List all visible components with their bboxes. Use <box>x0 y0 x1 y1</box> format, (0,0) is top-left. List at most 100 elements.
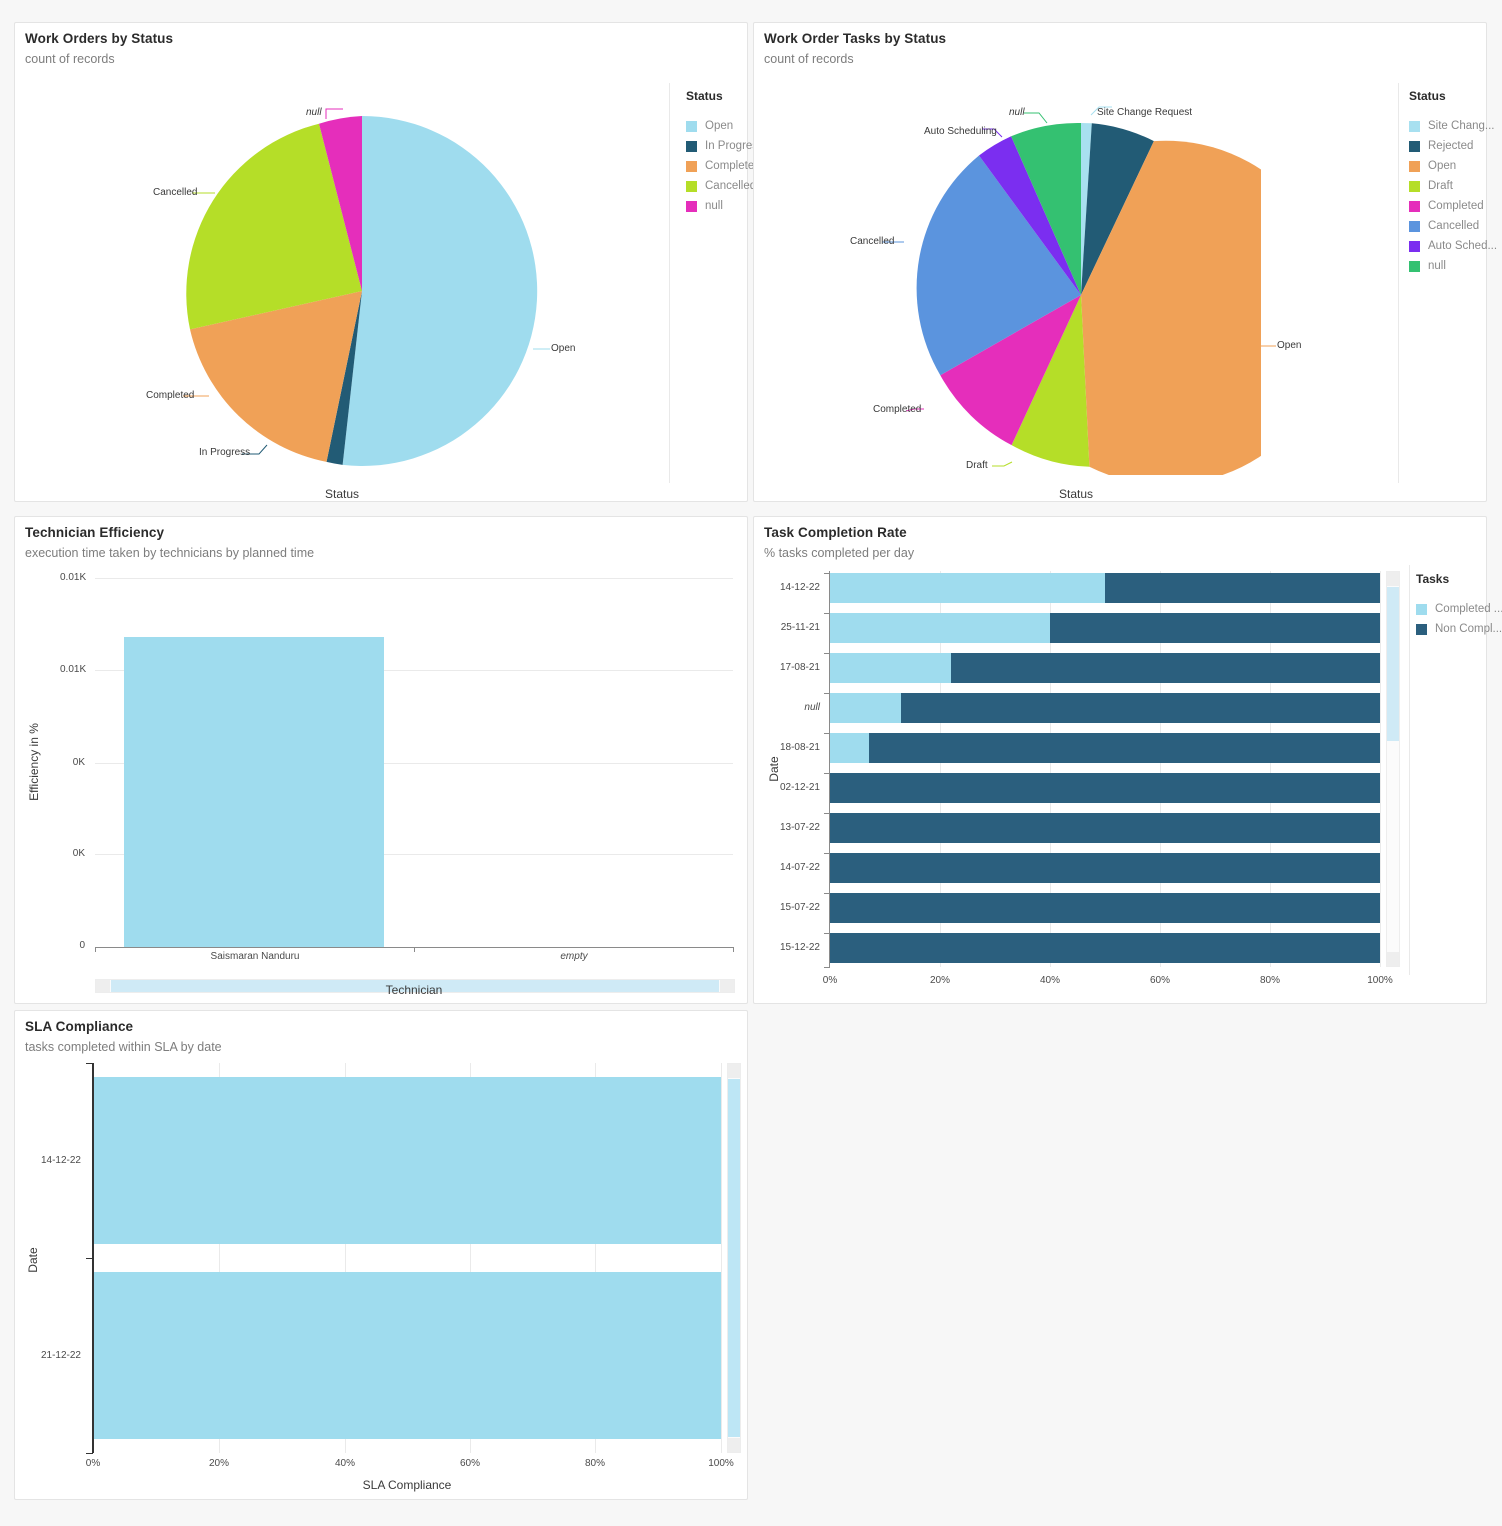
legend-work-order-tasks: Status Site Chang... Rejected Open Draft… <box>1409 89 1497 276</box>
legend-item-label: Open <box>705 120 734 132</box>
x-tick-label: 40% <box>334 1458 355 1469</box>
legend-item-label: Cancelled <box>1428 220 1480 232</box>
bar-segment-non-completed[interactable] <box>1105 573 1380 603</box>
panel-work-orders-by-status: Work Orders by Status count of records n… <box>14 22 764 502</box>
legend-item-completed[interactable]: Completed ... <box>1416 599 1502 619</box>
legend-item-auto-scheduling[interactable]: Auto Sched... <box>1409 236 1497 256</box>
panel-subtitle: % tasks completed per day <box>764 546 915 560</box>
x-tick-label: 80% <box>584 1458 605 1469</box>
legend-item-label: Rejected <box>1428 140 1474 152</box>
y-tick-label: 25-11-21 <box>780 622 820 633</box>
scrollbar-up-button[interactable] <box>1387 572 1399 586</box>
legend-swatch-icon <box>1409 160 1420 172</box>
panel-title: Technician Efficiency <box>25 525 165 540</box>
gridline <box>95 578 733 579</box>
bar-segment-non-completed[interactable] <box>869 733 1380 763</box>
scrollbar-down-button[interactable] <box>1387 952 1399 966</box>
legend-item-non-completed[interactable]: Non Compl... <box>1416 619 1502 639</box>
x-tick-label-technician: Saismaran Nanduru <box>210 951 300 962</box>
pie-slice-label-open: Open <box>1277 340 1302 351</box>
legend-item-label: null <box>1428 260 1446 272</box>
bar-segment-non-completed[interactable] <box>830 773 1380 803</box>
legend-divider <box>1409 565 1410 975</box>
legend-swatch-icon <box>1416 603 1427 615</box>
legend-swatch-icon <box>1409 240 1420 252</box>
bar-sla-21-12-22[interactable] <box>94 1272 721 1439</box>
y-tick-label: 21-12-22 <box>40 1350 81 1361</box>
y-axis-tick <box>824 967 830 968</box>
bar-segment-completed[interactable] <box>830 733 869 763</box>
bar-segment-non-completed[interactable] <box>830 933 1380 963</box>
y-axis-tick <box>86 1258 93 1259</box>
panel-title: Task Completion Rate <box>764 525 907 540</box>
x-tick-label: 60% <box>459 1458 480 1469</box>
bar-segment-non-completed[interactable] <box>901 693 1380 723</box>
legend-item-label: Completed <box>1428 200 1484 212</box>
bar-saismaran-nanduru[interactable] <box>124 637 384 947</box>
bar-segment-non-completed[interactable] <box>830 853 1380 883</box>
panel-technician-efficiency: Technician Efficiency execution time tak… <box>14 516 748 1004</box>
legend-swatch-icon <box>1409 200 1420 212</box>
legend-swatch-icon <box>686 180 697 192</box>
y-axis-title: Date <box>767 756 781 782</box>
bar-segment-completed[interactable] <box>830 693 901 723</box>
y-axis-tick <box>86 1453 93 1454</box>
y-tick-label: 0K <box>72 757 85 768</box>
legend-item-cancelled[interactable]: Cancelled <box>1409 216 1497 236</box>
bar-segment-non-completed[interactable] <box>830 813 1380 843</box>
x-axis-tick <box>733 947 734 952</box>
pie-slice-label-in-progress: In Progress <box>199 447 251 458</box>
bar-segment-non-completed[interactable] <box>1050 613 1380 643</box>
y-axis-tick <box>86 1063 93 1064</box>
y-tick-label: 0.01K <box>60 572 87 583</box>
vertical-scrollbar-thumb[interactable] <box>728 1079 740 1437</box>
legend-item-completed[interactable]: Completed <box>1409 196 1497 216</box>
legend-item-site-change-request[interactable]: Site Chang... <box>1409 116 1497 136</box>
legend-item-open[interactable]: Open <box>1409 156 1497 176</box>
y-tick-label: 0 <box>79 940 85 951</box>
bar-segment-completed[interactable] <box>830 573 1105 603</box>
panel-work-order-tasks-by-status: Work Order Tasks by Status count of reco… <box>753 22 1497 502</box>
pie-slice-label-site-change-request: Site Change Request <box>1097 107 1193 118</box>
y-tick-label: null <box>804 702 820 713</box>
bar-segment-non-completed[interactable] <box>951 653 1380 683</box>
x-tick-label: 80% <box>1259 975 1280 986</box>
x-axis-title: Status <box>1058 487 1094 501</box>
x-tick-label: 20% <box>208 1458 229 1469</box>
scrollbar-up-button[interactable] <box>728 1064 740 1078</box>
x-axis-title: Status <box>324 487 360 501</box>
x-axis-tick <box>95 947 96 952</box>
x-tick-label: 0% <box>822 975 838 986</box>
panel-sla-compliance: SLA Compliance tasks completed within SL… <box>14 1010 748 1500</box>
x-tick-label: 60% <box>1149 975 1170 986</box>
pie-slice-label-null: null <box>1009 107 1025 118</box>
pie-slice-label-cancelled: Cancelled <box>153 187 198 198</box>
x-axis-title: SLA Compliance <box>362 1478 452 1492</box>
x-axis-tick <box>414 947 415 952</box>
bar-sla-14-12-22[interactable] <box>94 1077 721 1244</box>
y-tick-label: 15-07-22 <box>779 902 820 913</box>
legend-item-draft[interactable]: Draft <box>1409 176 1497 196</box>
legend-title: Tasks <box>1416 572 1450 586</box>
vertical-scrollbar-thumb[interactable] <box>1387 587 1399 741</box>
legend-item-label: Auto Sched... <box>1428 240 1498 252</box>
panel-subtitle: tasks completed within SLA by date <box>25 1040 222 1054</box>
legend-swatch-icon <box>686 120 697 132</box>
y-tick-label: 17-08-21 <box>779 662 820 673</box>
pie-slice-label-open: Open <box>551 343 576 354</box>
bar-segment-completed[interactable] <box>830 613 1050 643</box>
scrollbar-down-button[interactable] <box>728 1438 740 1452</box>
bar-segment-non-completed[interactable] <box>830 893 1380 923</box>
pie-slice-label-completed: Completed <box>146 390 195 401</box>
legend-item-rejected[interactable]: Rejected <box>1409 136 1497 156</box>
legend-item-label: Site Chang... <box>1428 120 1495 132</box>
legend-task-completion: Tasks Completed ... Non Compl... <box>1416 572 1502 639</box>
legend-swatch-icon <box>1416 623 1427 635</box>
gridline <box>1380 571 1381 967</box>
legend-item-null[interactable]: null <box>1409 256 1497 276</box>
panel-task-completion-rate: Task Completion Rate % tasks completed p… <box>753 516 1502 1004</box>
legend-swatch-icon <box>1409 120 1420 132</box>
pie-slice-label-cancelled: Cancelled <box>850 236 895 247</box>
bar-segment-completed[interactable] <box>830 653 951 683</box>
x-tick-label: 100% <box>708 1458 734 1469</box>
